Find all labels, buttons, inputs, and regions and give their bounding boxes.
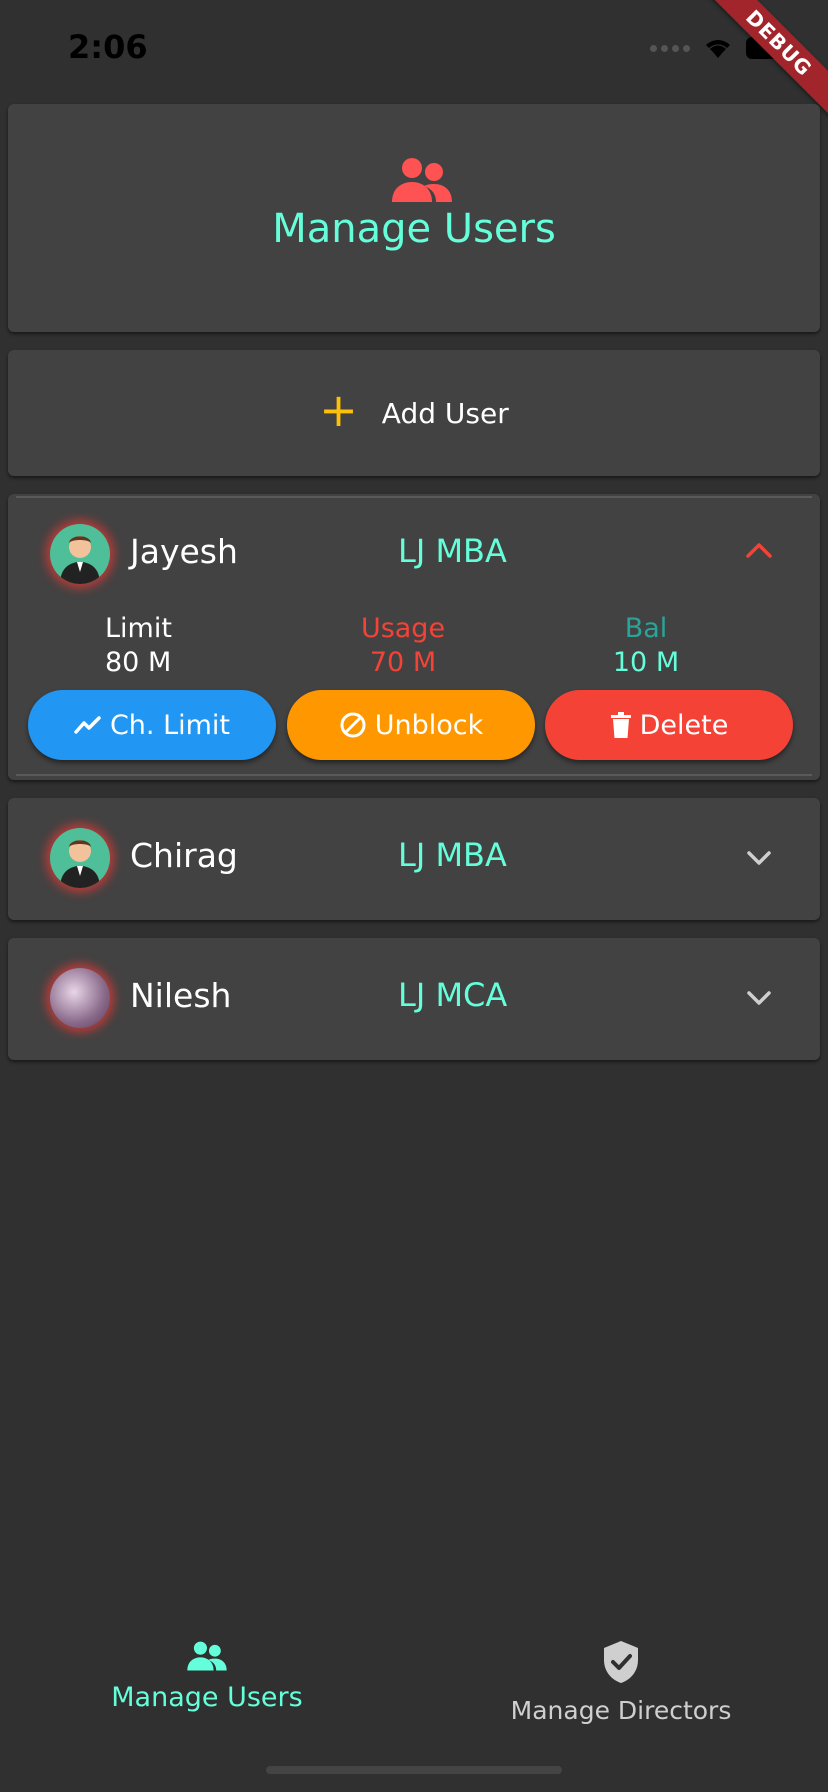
stat-limit: Limit 80 M (105, 612, 172, 680)
user-name: Nilesh (130, 976, 232, 1015)
stat-usage-label: Usage (360, 613, 446, 644)
user-card-chirag[interactable]: Chirag LJ MBA (8, 798, 820, 920)
divider (16, 774, 812, 776)
unblock-label: Unblock (374, 709, 484, 741)
trash-icon (610, 712, 631, 738)
avatar (50, 524, 110, 584)
change-limit-label: Ch. Limit (109, 709, 231, 741)
add-user-label: Add User (381, 396, 509, 430)
block-icon (340, 712, 366, 738)
plus-icon: + (319, 383, 358, 437)
avatar (50, 968, 110, 1028)
delete-button[interactable]: Delete (545, 690, 793, 760)
user-name: Chirag (130, 836, 238, 875)
stat-bal-label: Bal (624, 613, 668, 644)
wifi-icon (706, 40, 730, 58)
user-row-header[interactable]: Jayesh LJ MBA (8, 494, 820, 616)
status-time: 2:06 (68, 28, 148, 66)
signal-icon (650, 44, 690, 52)
status-bar: 2:06 (0, 0, 828, 100)
nav-manage-users[interactable]: Manage Users (80, 1640, 334, 1713)
people-icon (187, 1641, 227, 1671)
change-limit-button[interactable]: Ch. Limit (28, 690, 276, 760)
home-indicator (266, 1766, 562, 1774)
bottom-nav: Manage Users Manage Directors (0, 1600, 828, 1792)
add-user-button[interactable]: + Add User (8, 350, 820, 476)
delete-label: Delete (639, 709, 729, 741)
nav-manage-directors-label: Manage Directors (510, 1696, 732, 1725)
header-card: Manage Users (8, 104, 820, 332)
user-org: LJ MBA (398, 836, 507, 874)
trend-icon (74, 716, 101, 734)
user-org: LJ MBA (398, 532, 507, 570)
stat-usage-value: 70 M (369, 647, 437, 678)
chevron-down-icon[interactable] (744, 848, 774, 868)
people-icon (392, 158, 452, 202)
user-org: LJ MCA (398, 976, 508, 1014)
stat-limit-value: 80 M (105, 647, 172, 678)
unblock-button[interactable]: Unblock (287, 690, 535, 760)
stat-bal-value: 10 M (612, 647, 680, 678)
avatar (50, 828, 110, 888)
shield-check-icon (604, 1641, 638, 1683)
chevron-down-icon[interactable] (744, 988, 774, 1008)
nav-manage-directors[interactable]: Manage Directors (494, 1640, 748, 1725)
user-card-jayesh: Jayesh LJ MBA Limit 80 M Usage 70 M Bal … (8, 494, 820, 780)
user-card-nilesh[interactable]: Nilesh LJ MCA (8, 938, 820, 1060)
page-title: Manage Users (272, 206, 556, 252)
stat-bal: Bal 10 M (586, 612, 706, 680)
user-name: Jayesh (130, 532, 238, 571)
stat-limit-label: Limit (105, 613, 172, 644)
chevron-up-icon[interactable] (744, 540, 774, 560)
nav-manage-users-label: Manage Users (111, 1682, 303, 1713)
stat-usage: Usage 70 M (338, 612, 468, 680)
